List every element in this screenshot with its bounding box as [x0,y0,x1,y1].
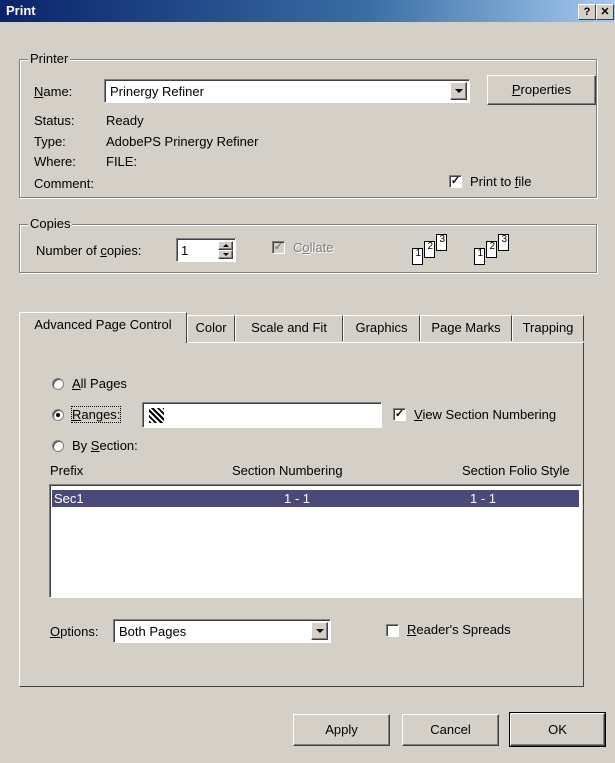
column-section-folio-style: Section Folio Style [462,463,570,478]
readers-spreads-checkbox[interactable] [386,624,399,637]
column-prefix: Prefix [50,463,84,478]
collate-checkbox[interactable]: ✓ [272,241,285,254]
copies-value: 1 [181,243,189,258]
close-icon: ✕ [600,6,610,18]
options-label: Options: [50,624,99,639]
ok-button[interactable]: OK [509,712,606,747]
all-pages-label: All Pages [72,376,127,391]
collate-label: Collate [293,240,334,255]
options-value: Both Pages [119,624,187,639]
close-button[interactable]: ✕ [596,4,614,20]
row-numbering: 1 - 1 [284,491,311,506]
text-cursor-icon [149,408,164,423]
help-button[interactable]: ? [578,4,596,20]
where-label: Where: [34,154,76,169]
page-icon: 1 [474,248,485,265]
page-icon: 3 [436,234,447,251]
printer-name-select[interactable]: Prinergy Refiner [104,79,470,103]
printer-name-label: Name: [34,84,73,99]
tab-page-marks[interactable]: Page Marks [420,315,512,341]
collate-pages-icon: 1 2 3 [412,234,467,268]
view-section-numbering-checkbox[interactable]: ✓ [393,408,406,421]
chevron-down-icon [454,89,463,93]
view-section-numbering-label: View Section Numbering [414,407,557,422]
readers-spreads-label: Reader's Spreads [407,622,511,637]
status-label: Status: [34,113,75,128]
properties-button[interactable]: Properties [487,75,596,105]
all-pages-radio[interactable] [52,378,64,390]
table-row[interactable]: Sec1 1 - 1 1 - 1 [52,490,579,507]
options-dropdown-button[interactable] [311,622,328,640]
comment-label: Comment: [34,176,94,191]
status-value: Ready [106,113,144,128]
apply-button[interactable]: Apply [293,714,390,746]
page-icon: 2 [486,241,497,258]
page-icon: 3 [498,234,509,251]
copies-label: Number of copies: [36,243,142,258]
page-icon: 2 [424,241,435,258]
ranges-radio[interactable] [52,409,64,421]
options-select[interactable]: Both Pages [113,619,331,643]
row-prefix: Sec1 [54,491,84,506]
ranges-label: Ranges: [70,406,122,423]
printer-group-label: Printer [28,51,71,66]
chevron-down-icon [315,629,324,633]
chevron-down-icon [222,253,229,256]
tab-trapping[interactable]: Trapping [512,315,584,341]
print-to-file-label: Print to file [470,174,532,189]
copies-spinner[interactable]: 1 [176,238,236,262]
collate-pages-icon: 1 2 3 [474,234,529,268]
tab-color[interactable]: Color [187,315,235,341]
title-bar: Print ? ✕ [0,0,615,22]
type-value: AdobePS Prinergy Refiner [106,134,259,149]
section-list[interactable]: Sec1 1 - 1 1 - 1 [49,484,582,598]
chevron-up-icon [222,244,229,247]
copies-up-button[interactable] [218,241,233,250]
tab-scale-and-fit[interactable]: Scale and Fit [235,315,343,341]
type-label: Type: [34,134,66,149]
by-section-radio[interactable] [52,440,64,452]
copies-group-label: Copies [28,216,73,231]
printer-dropdown-button[interactable] [450,82,467,100]
printer-name-value: Prinergy Refiner [110,84,204,99]
cancel-button[interactable]: Cancel [402,714,499,746]
copies-down-button[interactable] [218,250,233,259]
print-to-file-checkbox[interactable]: ✓ [449,175,462,188]
tab-advanced-page-control[interactable]: Advanced Page Control [19,312,187,343]
window-title: Print [6,3,36,18]
by-section-label: By Section: [72,438,138,453]
tab-graphics[interactable]: Graphics [343,315,420,341]
ranges-input[interactable] [142,402,382,428]
where-value: FILE: [106,154,138,169]
column-section-numbering: Section Numbering [232,463,343,478]
row-folio: 1 - 1 [470,491,497,506]
page-icon: 1 [412,248,423,265]
